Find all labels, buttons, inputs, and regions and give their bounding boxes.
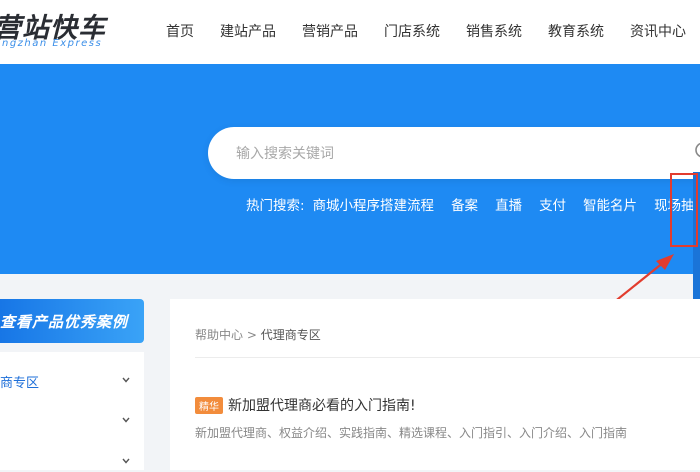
hot-search-item[interactable]: 备案 [451,194,478,214]
main-nav: 首页 建站产品 营销产品 门店系统 销售系统 教育系统 资讯中心 培 [166,21,700,41]
breadcrumb-current: 代理商专区 [260,328,321,342]
nav-item-sales-system[interactable]: 销售系统 [466,21,522,41]
top-header: 营站快车 ngzhan Express 首页 建站产品 营销产品 门店系统 销售… [0,0,700,64]
article-tags: 新加盟代理商、权益介绍、实践指南、精选课程、入门指引、入门介绍、入门指南 [195,426,628,440]
hot-search-item[interactable]: 支付 [539,194,566,214]
breadcrumb-separator: > [246,328,257,342]
hot-search-item[interactable]: 直播 [495,194,522,214]
search-icon[interactable] [694,141,700,161]
nav-item-store-system[interactable]: 门店系统 [384,21,440,41]
chevron-down-icon [122,377,130,383]
view-cases-banner-label: 查看产品优秀案例 [0,312,129,331]
hot-search-item[interactable]: 商城小程序搭建流程 [313,194,435,214]
view-cases-banner[interactable]: 查看产品优秀案例 [0,299,144,343]
search-input[interactable] [234,141,658,167]
nav-item-site-products[interactable]: 建站产品 [220,21,276,41]
featured-badge: 精华 [195,396,223,414]
breadcrumb: 帮助中心 > 代理商专区 [195,326,321,343]
sidebar-item-agent-zone[interactable]: 商专区 [0,352,144,392]
sidebar-item[interactable] [0,432,144,472]
hot-search-label: 热门搜索: [246,198,305,214]
main-content: 帮助中心 > 代理商专区 精华 新加盟代理商必看的入门指南! 新加盟代理商、权益… [170,299,700,470]
chevron-down-icon [122,417,130,423]
search-bar [208,127,700,179]
hot-search: 热门搜索: 商城小程序搭建流程 备案 直播 支付 智能名片 现场抽 [246,194,700,214]
article-item[interactable]: 精华 新加盟代理商必看的入门指南! [195,395,416,415]
annotation-highlight-box [670,173,698,247]
breadcrumb-root[interactable]: 帮助中心 [195,328,243,342]
chevron-down-icon [122,458,130,464]
article-title-link[interactable]: 新加盟代理商必看的入门指南! [228,395,416,415]
hot-search-item[interactable]: 智能名片 [583,194,637,214]
sidebar-item[interactable] [0,392,144,432]
nav-item-news-center[interactable]: 资讯中心 [630,21,686,41]
sidebar-menu: 商专区 [0,352,144,470]
divider [195,357,700,358]
nav-item-home[interactable]: 首页 [166,21,194,41]
sidebar-item-label: 商专区 [0,376,40,391]
nav-item-marketing-products[interactable]: 营销产品 [302,21,358,41]
nav-item-education-system[interactable]: 教育系统 [548,21,604,41]
logo-subtext: ngzhan Express [2,38,103,49]
